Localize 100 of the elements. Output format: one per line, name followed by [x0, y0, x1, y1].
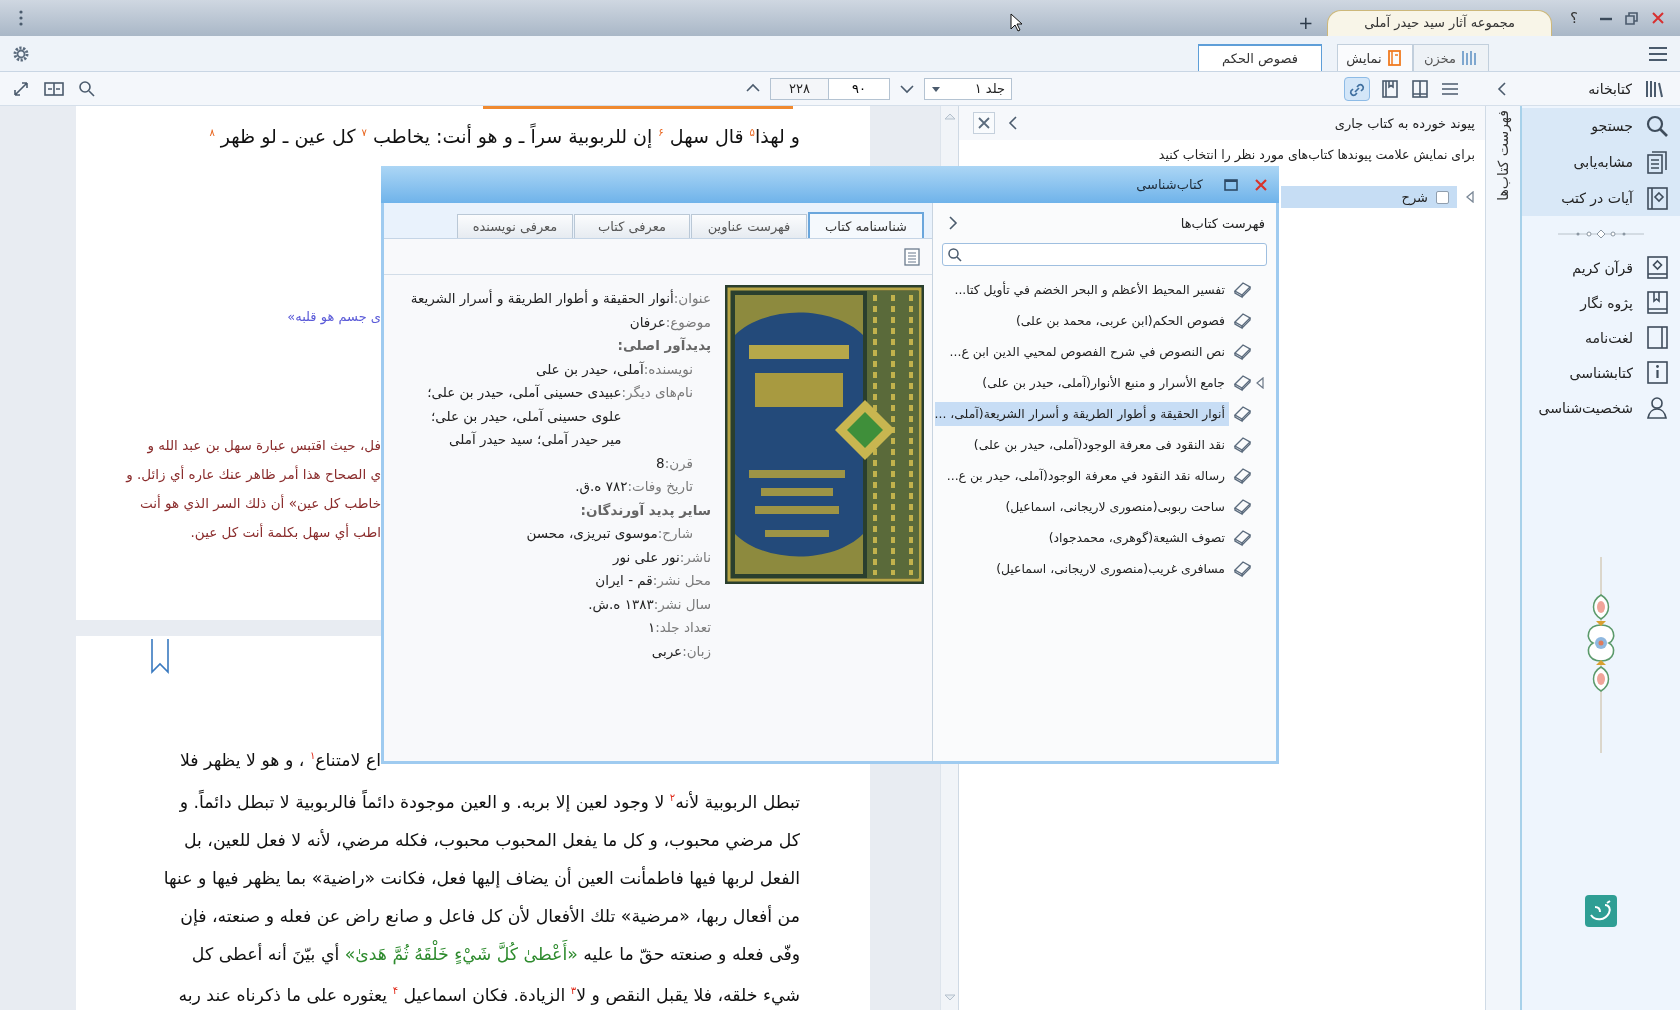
- book-icon: [1385, 49, 1404, 67]
- book-list-item[interactable]: رساله نقد النقود في معرفة الوجود(آملی، حيدر بن ع...: [942, 464, 1229, 488]
- book-list-item[interactable]: فصوص الحكم(ابن عربی، محمد بن علی): [942, 309, 1229, 333]
- document-tab[interactable]: فصوص الحکم: [1198, 44, 1322, 71]
- text-line: و لهذا$^{۵}$ قال سهل $^{۶}$ إن للربوبية سراً ـ و هو أنت: يخاطب $^{۷}$ كل عين ـ لو ظهر $^{۸}$: [208, 122, 800, 150]
- sidebar-item[interactable]: جستجو: [1522, 108, 1680, 144]
- close-icon: [976, 115, 992, 131]
- field-value: قم - ایران: [595, 571, 653, 591]
- field-value: میر حیدر آملی؛ سید حیدر آملی: [448, 430, 622, 450]
- tab[interactable]: شناسنامه کتاب: [808, 212, 924, 238]
- close-icon[interactable]: [1253, 176, 1269, 193]
- logo-icon: [1585, 895, 1617, 927]
- mode-tab[interactable]: مخزن: [1413, 44, 1489, 71]
- volume-dropdown[interactable]: جلد ۱: [924, 77, 1012, 100]
- book-icon[interactable]: [1410, 78, 1430, 99]
- maximize-icon[interactable]: [1223, 176, 1239, 193]
- close-button[interactable]: [973, 112, 995, 134]
- note-line: ي الصحاح هذا أمر ظاهر عنك عاره أي زائل. و: [124, 464, 381, 485]
- expand-icon[interactable]: [12, 79, 30, 98]
- book-list-item[interactable]: أنوار الحقيقة و أطوار الطريقة و أسرار الشريعة(آملی، ...: [934, 402, 1229, 426]
- book-icon: [1233, 435, 1253, 455]
- sidebar-item[interactable]: کتابشناسی: [1522, 355, 1680, 390]
- text-line: من أفعال ربها، «مرضية» تلك الأفعال لأن كل فاعل و صانع راض عن فعله و صنعته، فإن: [179, 904, 800, 929]
- more-icon[interactable]: [18, 8, 24, 28]
- page-field[interactable]: ۹۰: [828, 77, 890, 100]
- person-icon: [1645, 395, 1670, 420]
- library-title: کتابخانه: [1588, 80, 1632, 97]
- triangle-icon[interactable]: [1465, 191, 1475, 203]
- text-line: شيء خلقه، فلا يقبل النقص و لا$^{۳}$ الزيادة. فكان اسماعيل $^{۴}$ يعثوره على ما ذكرناه عند ربه: [177, 984, 800, 1008]
- book-icon: [1233, 528, 1253, 548]
- side-tab[interactable]: فهرست کتاب‌ها: [1495, 110, 1511, 201]
- sidebar-item[interactable]: مشابه‌یابی: [1522, 144, 1680, 180]
- field-value: علوی حسینی آملی، حیدر بن علی؛: [429, 406, 622, 427]
- close-icon[interactable]: [1650, 10, 1666, 26]
- search-icon: [947, 246, 963, 263]
- tab[interactable]: فهرست عناوین: [691, 214, 807, 238]
- sidebar-item[interactable]: آیات در کتب: [1522, 180, 1680, 216]
- similar-icon: [1645, 149, 1670, 175]
- page-count: ۲۲۸: [770, 77, 828, 100]
- settings-icon[interactable]: [12, 44, 30, 63]
- book-list-item[interactable]: ساحت ربوبی(منصوری لاريجانی، اسماعيل): [942, 495, 1229, 519]
- field-value: ۱۳۸۳ ه.ش.: [588, 594, 654, 615]
- bookmark-book-icon[interactable]: [1380, 78, 1400, 99]
- tab[interactable]: معرفی کتاب: [574, 214, 690, 238]
- sidebar-item[interactable]: لغت‌نامه: [1522, 320, 1680, 355]
- link-toggle[interactable]: [1344, 76, 1370, 101]
- field-label: نویسنده:: [643, 359, 693, 380]
- book-icon: [1233, 373, 1253, 393]
- field-value: آملی، حیدر بن علی: [535, 359, 644, 380]
- book-list-item[interactable]: نقد النقود فی معرفة الوجود(آملی، حيدر بن علی): [942, 433, 1229, 457]
- checkbox[interactable]: [1436, 190, 1449, 204]
- panel-title: پیوند خورده به کتاب جاری: [1334, 115, 1475, 131]
- tab[interactable]: معرفی نویسنده: [457, 214, 573, 238]
- field-label: سال نشر:: [653, 594, 711, 614]
- restore-icon[interactable]: [1624, 10, 1640, 26]
- field-label: زبان:: [682, 641, 711, 662]
- field-label: عنوان:: [673, 289, 711, 309]
- field-label: ناشر:: [679, 547, 711, 567]
- book-list-item[interactable]: تصوف الشيعة(گوهری، محمدجواد): [942, 526, 1229, 550]
- field-value: ۷۸۲ ه.ق.: [575, 477, 628, 497]
- text-line: تبطل الربوبية لأنه$^{۲}$ لا وجود لعين إلا بربه. و العين موجودة دائماً فالربوبية لا تبطل دائماً. و: [178, 789, 800, 814]
- notes-icon: [1645, 290, 1670, 315]
- link-list-item[interactable]: شرح: [1281, 186, 1457, 208]
- sidebar-item[interactable]: شخصیت‌شناسی: [1522, 390, 1680, 425]
- field-label: موضوع:: [665, 312, 711, 333]
- note-line: خاطب كل عين» أن ذلك السر الذي هو أنت: [139, 493, 381, 514]
- book-list-item[interactable]: جامع الأسرار و منبع الأنوار(آملی، حيدر بن علی): [942, 371, 1229, 395]
- sidebar-item[interactable]: قرآن کریم: [1522, 250, 1680, 285]
- new-tab-button[interactable]: +: [1298, 11, 1314, 33]
- book-list-item[interactable]: تفسير المحيط الأعظم و البحر الخضم في تأويل كتا...: [942, 278, 1229, 302]
- text-line: وفّى فعله و صنعته حقّ ما عليه «أَعْطىٰ كُلَّ شَيْءٍ خَلْقَهُ ثُمَّ هَدىٰ» أي بيّنَ أنه أعطى كل: [150, 934, 800, 973]
- book-icon: [1233, 559, 1253, 579]
- book-icon: [1233, 342, 1253, 362]
- mode-tab[interactable]: نمایش: [1337, 44, 1413, 71]
- search-field[interactable]: [942, 243, 1267, 266]
- help-button[interactable]: ؟: [1570, 9, 1578, 27]
- book-icon: [1233, 404, 1253, 424]
- caret-icon: [931, 84, 941, 93]
- book-icon: [1233, 466, 1253, 486]
- field-value: موسوی تبریزی، محسن: [526, 524, 658, 544]
- bookmark-icon[interactable]: [150, 638, 170, 674]
- book-list-item[interactable]: نص النصوص في شرح الفصوص لمحيي الدين ابن ع...: [942, 340, 1229, 364]
- text-line: الفعل لربها فيها فاطمأنت العين أن يضاف إليها فعل، فكانت «راضية» بما يظهر فيها و عنها: [162, 865, 800, 891]
- app-tab[interactable]: مجموعه آثار سید حیدر آملی: [1327, 10, 1553, 36]
- book-list-item[interactable]: مسافری غريب(منصوری لاريجانی، اسماعيل): [942, 557, 1229, 581]
- field-label: شارح:: [657, 524, 693, 544]
- note-line: اطب أي سهل بكلمة أنت كل عين.: [189, 522, 381, 543]
- sidebar-item[interactable]: پژوه نگار: [1522, 285, 1680, 320]
- field-value: عربی: [651, 641, 683, 662]
- verses-icon: [1645, 185, 1670, 211]
- field-value: 8: [656, 453, 665, 473]
- field-label: محل نشر:: [652, 571, 711, 590]
- text-line: اع لامتناع$^{۱}$ ، و هو لا يظهر فلا: [179, 748, 381, 773]
- search-icon[interactable]: [78, 79, 96, 98]
- dictionary-icon: [1645, 325, 1670, 350]
- split-view-icon[interactable]: [44, 79, 64, 98]
- field-value: ۱: [647, 618, 656, 637]
- section-heading: پدیدآور اصلی:: [616, 336, 711, 355]
- dialog-title: کتاب‌شناسی: [1136, 177, 1203, 192]
- field-value: عبیدی حسینی آملی، حیدر بن علی؛: [427, 383, 622, 403]
